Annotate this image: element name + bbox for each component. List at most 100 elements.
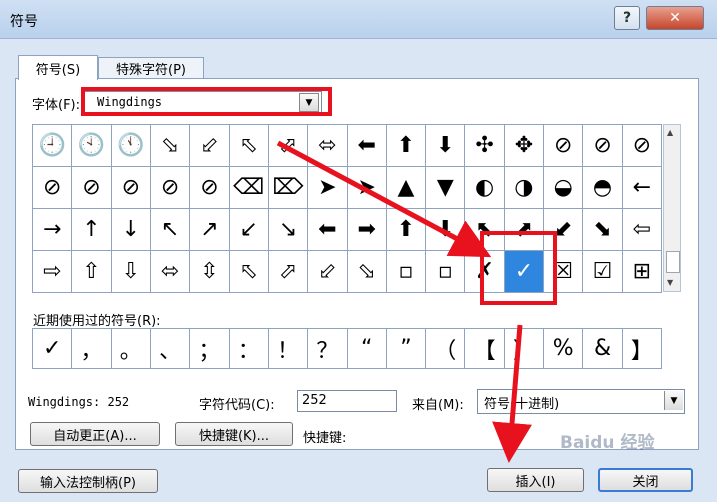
symbol-cell[interactable]: ⇧ [72,251,112,293]
tab-symbols[interactable]: 符号(S) [18,55,98,80]
symbol-cell[interactable]: ⬃ [190,125,230,167]
symbol-cell[interactable]: ⊘ [544,125,584,167]
scroll-up-icon[interactable]: ▲ [667,128,673,137]
recent-symbol-cell[interactable]: 、 [150,329,191,369]
recent-symbol-cell[interactable]: 】 [622,329,662,369]
symbol-cell[interactable]: ⬄ [150,251,191,293]
tab-special-characters[interactable]: 特殊字符(P) [98,57,204,78]
symbol-cell[interactable]: ⇨ [33,251,73,293]
recent-symbol-cell[interactable]: ✓ [33,329,73,369]
symbol-cell[interactable]: ☒ [544,251,584,293]
symbol-cell[interactable]: ✣ [465,125,505,167]
symbol-cell[interactable]: ⇩ [111,251,151,293]
symbol-cell[interactable]: ⬊ [583,209,623,251]
symbol-grid[interactable]: 🕘 🕙 🕚 ⬂ ⬃ ⬁ ⬀ ⬄ ⬅ ⬆ ⬇ ✣ ✥ ⊘ ⊘ ⊘ ⊘ ⊘ ⊘ ⊘ ⊘ ⌫ ⌦ ➤ ➤ ▲ ▼ ◐ ◑ ◒ ◓ ← → ↑ ↓ ↖ ↗ ↙ ↘ ⬅… [32,124,662,293]
recent-symbol-cell[interactable]: ” [386,329,427,369]
symbol-cell[interactable]: ▫ [426,251,466,293]
symbol-cell[interactable]: → [33,209,73,251]
autocorrect-button[interactable]: 自动更正(A)... [30,422,160,446]
font-select[interactable]: Wingdings ▼ [84,91,322,114]
symbol-cell[interactable]: ⬅ [308,209,348,251]
symbol-cell[interactable]: ⬂ [150,125,191,167]
symbol-cell[interactable]: 🕙 [72,125,112,167]
chevron-down-icon[interactable]: ▼ [664,391,683,410]
symbol-cell[interactable]: ↖ [150,209,191,251]
symbol-cell[interactable]: ⬁ [229,251,269,293]
symbol-cell[interactable]: ⊘ [33,167,73,209]
symbol-cell[interactable]: ⊘ [111,167,151,209]
symbol-cell[interactable]: ▲ [386,167,427,209]
from-select[interactable]: 符号(十进制) ▼ [477,389,685,414]
symbol-cell[interactable]: ⊞ [622,251,662,293]
symbol-cell[interactable]: ⬅ [347,125,387,167]
ime-control-button[interactable]: 输入法控制柄(P) [18,469,158,493]
cancel-button[interactable]: 关闭 [598,468,693,492]
symbol-cell[interactable]: ⌦ [268,167,309,209]
symbol-cell[interactable]: ⬀ [268,251,309,293]
recent-symbols-grid[interactable]: ✓，。、；：！？ “” （【）% &】 [32,328,662,369]
recent-symbol-cell[interactable]: ： [229,329,269,369]
symbol-cell[interactable]: ➤ [308,167,348,209]
symbol-cell[interactable]: ➡ [347,209,387,251]
scrollbar-thumb[interactable] [666,251,680,273]
symbol-cell[interactable]: ⇦ [622,209,662,251]
recent-symbol-cell[interactable]: ） [504,329,545,369]
symbol-cell[interactable]: ⬄ [308,125,348,167]
recent-symbol-cell[interactable]: 。 [111,329,151,369]
symbol-cell[interactable]: ↓ [111,209,151,251]
symbol-cell[interactable]: ▼ [426,167,466,209]
symbol-cell[interactable]: ◑ [504,167,545,209]
symbol-cell[interactable]: 🕘 [33,125,73,167]
symbol-cell[interactable]: ⊘ [583,125,623,167]
symbol-cell[interactable]: ⊘ [150,167,191,209]
symbol-cell[interactable]: ↗ [190,209,230,251]
symbol-cell[interactable]: ⬀ [268,125,309,167]
symbol-cell[interactable]: ⬇ [426,209,466,251]
symbol-cell[interactable]: ◐ [465,167,505,209]
charcode-input[interactable]: 252 [297,390,397,412]
scroll-down-icon[interactable]: ▼ [667,278,673,287]
symbol-cell[interactable]: ⬁ [229,125,269,167]
symbol-cell[interactable]: ⊘ [190,167,230,209]
symbol-cell[interactable]: ↑ [72,209,112,251]
symbol-cell[interactable]: ⬆ [386,125,427,167]
symbol-cell[interactable]: ⬇ [426,125,466,167]
symbol-cell[interactable]: ◒ [544,167,584,209]
recent-symbol-cell[interactable]: ？ [308,329,348,369]
shortcut-key-button[interactable]: 快捷键(K)... [175,422,293,446]
symbol-cell[interactable]: ← [622,167,662,209]
recent-symbol-cell[interactable]: 【 [465,329,505,369]
symbol-cell[interactable]: ✗ [465,251,505,293]
symbol-cell[interactable]: ⌫ [229,167,269,209]
symbol-cell[interactable]: ▫ [386,251,427,293]
symbol-cell[interactable]: ⬉ [465,209,505,251]
symbol-cell[interactable]: ✓ [504,251,545,293]
close-window-button[interactable]: ✕ [646,6,704,30]
symbol-cell[interactable]: 🕚 [111,125,151,167]
symbol-cell[interactable]: ⬋ [544,209,584,251]
symbol-cell[interactable]: ◓ [583,167,623,209]
recent-symbol-cell[interactable]: ， [72,329,112,369]
symbol-cell[interactable]: ⊘ [622,125,662,167]
recent-symbol-cell[interactable]: “ [347,329,387,369]
symbol-cell[interactable]: ☑ [583,251,623,293]
recent-symbol-cell[interactable]: ； [190,329,230,369]
symbol-cell[interactable]: ⊘ [72,167,112,209]
symbol-cell[interactable]: ⬂ [347,251,387,293]
help-button[interactable]: ? [614,6,640,30]
recent-symbol-cell[interactable]: % [544,329,584,369]
symbol-cell[interactable]: ➤ [347,167,387,209]
recent-symbol-cell[interactable]: ！ [268,329,309,369]
symbol-cell[interactable]: ⬃ [308,251,348,293]
symbol-grid-scrollbar[interactable]: ▲ ▼ [663,124,681,292]
symbol-cell[interactable]: ↘ [268,209,309,251]
recent-symbol-cell[interactable]: （ [426,329,466,369]
symbol-cell[interactable]: ⬆ [386,209,427,251]
symbol-cell[interactable]: ⬈ [504,209,545,251]
chevron-down-icon[interactable]: ▼ [299,93,319,112]
symbol-cell[interactable]: ↙ [229,209,269,251]
symbol-cell[interactable]: ⇳ [190,251,230,293]
insert-button[interactable]: 插入(I) [487,468,584,492]
symbol-cell[interactable]: ✥ [504,125,545,167]
recent-symbol-cell[interactable]: & [583,329,623,369]
